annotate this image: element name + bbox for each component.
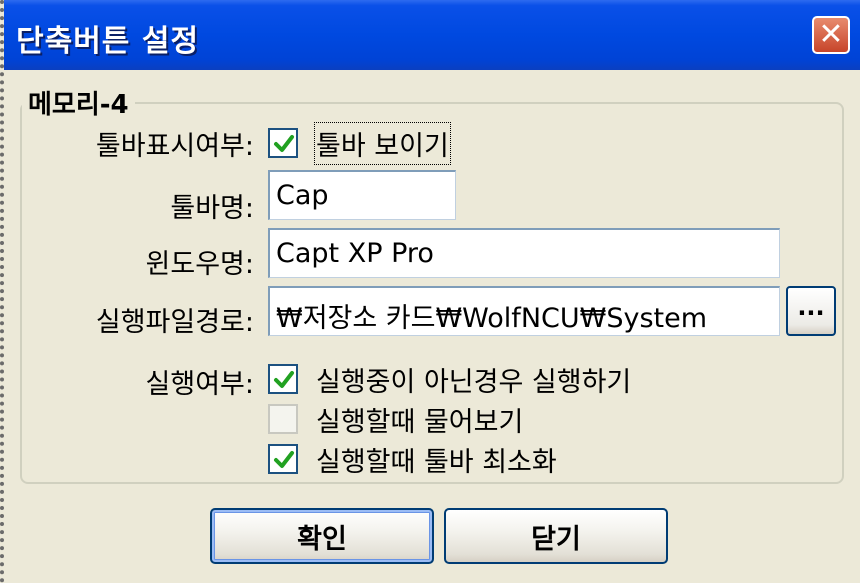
dialog-window: 단축버튼 설정 ✕ 메모리-4 툴바표시여부: 툴바 보이기 툴바명: Cap …	[0, 0, 860, 583]
run-label: 실행여부:	[145, 369, 254, 400]
browse-button[interactable]: ...	[786, 286, 836, 336]
show-toolbar-label[interactable]: 툴바 보이기	[314, 122, 451, 165]
toolbar-name-input[interactable]: Cap	[268, 170, 456, 220]
minimize-toolbar-checkbox[interactable]	[268, 444, 298, 474]
title-bar[interactable]: 단축버튼 설정 ✕	[4, 0, 860, 70]
exec-path-label: 실행파일경로:	[95, 307, 254, 338]
ask-before-run-label[interactable]: 실행할때 물어보기	[316, 400, 523, 439]
show-toolbar-checkbox[interactable]	[268, 128, 298, 158]
checkmark-icon	[274, 371, 294, 388]
toolbar-name-label: 툴바명:	[170, 193, 254, 224]
close-icon: ✕	[818, 17, 844, 52]
run-if-not-running-label[interactable]: 실행중이 아닌경우 실행하기	[316, 360, 631, 399]
minimize-toolbar-label[interactable]: 실행할때 툴바 최소화	[316, 440, 557, 479]
group-title: 메모리-4	[22, 84, 135, 121]
window-name-input[interactable]: Capt XP Pro	[268, 228, 780, 278]
checkmark-icon	[274, 451, 294, 468]
ok-button[interactable]: 확인	[210, 508, 434, 564]
dialog-content: 메모리-4 툴바표시여부: 툴바 보이기 툴바명: Cap 윈도우명: Capt…	[4, 70, 860, 583]
close-button[interactable]: ✕	[812, 16, 850, 54]
ask-before-run-checkbox[interactable]	[268, 404, 298, 434]
exec-path-input[interactable]: ₩저장소 카드₩WolfNCU₩System	[268, 286, 780, 336]
window-name-label: 윈도우명:	[145, 249, 254, 280]
close-dialog-button[interactable]: 닫기	[444, 508, 668, 564]
window-title: 단축버튼 설정	[16, 24, 200, 59]
checkmark-icon	[274, 135, 294, 152]
toolbar-display-label: 툴바표시여부:	[95, 131, 254, 162]
run-if-not-running-checkbox[interactable]	[268, 364, 298, 394]
